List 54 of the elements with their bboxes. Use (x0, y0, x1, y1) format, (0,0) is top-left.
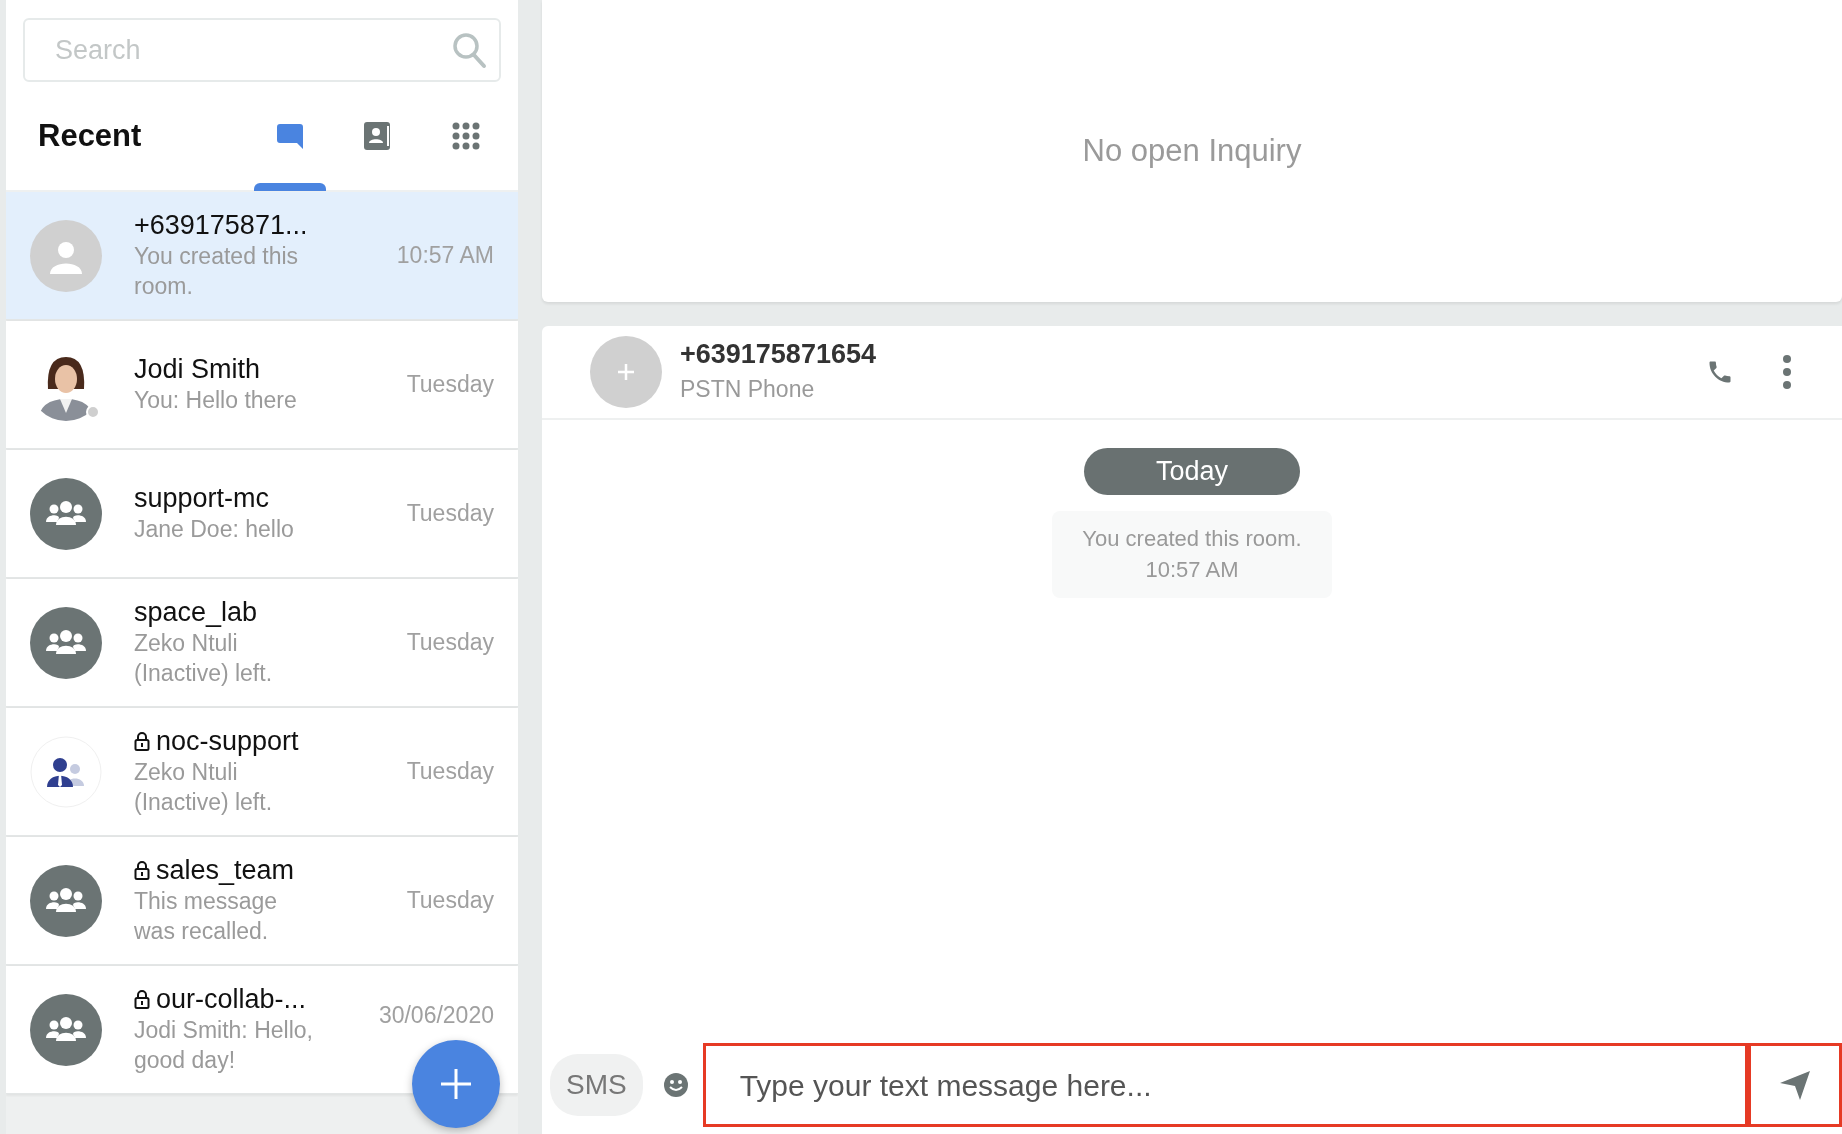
last-message: Zeko Ntuli (Inactive) left. (134, 757, 274, 817)
last-message: This message was recalled. (134, 886, 279, 946)
chat-icon (276, 122, 304, 150)
conversation-item[interactable]: space_lab Zeko Ntuli (Inactive) left. Tuesday (6, 579, 518, 707)
group-icon (30, 864, 102, 937)
conversation-time: 10:57 AM (396, 241, 494, 271)
contact-name: +639175871654 (680, 337, 877, 371)
conversation-name: Jodi Smith (134, 354, 261, 385)
conversation-name: support-mc (134, 483, 270, 514)
conversation-time: Tuesday (406, 370, 494, 400)
group-icon (30, 606, 102, 679)
conversation-time: 30/06/2020 (378, 1001, 494, 1030)
conversation-item[interactable]: Jodi Smith You: Hello there Tuesday (6, 321, 518, 449)
user-avatar-icon (30, 219, 102, 292)
search-field[interactable]: Search (23, 18, 501, 82)
date-divider: Today (1084, 448, 1300, 495)
emoji-icon[interactable] (662, 1072, 689, 1098)
channel-button[interactable]: SMS (550, 1054, 643, 1116)
empty-message: No open Inquiry (1082, 131, 1302, 170)
search-icon (451, 31, 487, 69)
conversation-item[interactable]: sales_team This message was recalled. Tuesday (6, 837, 518, 965)
section-title: Recent (38, 116, 143, 155)
message-time: 10:57 AM (1144, 556, 1240, 585)
conversation-time: Tuesday (406, 757, 494, 787)
conversation-name: our-collab-... (156, 984, 307, 1015)
apps-grid-icon (452, 122, 480, 150)
plus-icon (439, 1067, 473, 1101)
send-icon (1778, 1069, 1812, 1101)
contact-book-icon (363, 121, 393, 151)
group-icon (30, 477, 102, 550)
contact-type: PSTN Phone (680, 374, 816, 404)
conversation-item[interactable]: noc-support Zeko Ntuli (Inactive) left. Tuesday (6, 708, 518, 836)
last-message: Zeko Ntuli (Inactive) left. (134, 628, 274, 688)
last-message: You created this room. (134, 241, 300, 301)
conversation-name: +639175871... (134, 210, 308, 241)
conversation-time: Tuesday (406, 628, 494, 658)
more-options-icon[interactable] (1782, 354, 1792, 390)
active-tab-indicator (254, 183, 326, 191)
conversation-name: noc-support (156, 726, 299, 757)
conversation-item[interactable]: support-mc Jane Doe: hello Tuesday (6, 450, 518, 578)
last-message: You: Hello there (134, 385, 298, 415)
message-text: You created this room. (1082, 524, 1302, 553)
message-field[interactable]: Type your text message here... (702, 1043, 1748, 1127)
conversation-item[interactable]: +639175871... You created this room. 10:57 AM (6, 192, 518, 320)
send-button[interactable] (1748, 1043, 1842, 1127)
conversation-name: space_lab (134, 597, 258, 628)
conversation-time: Tuesday (406, 499, 494, 529)
conversation-time: Tuesday (406, 886, 494, 916)
conversation-name: sales_team (156, 855, 295, 886)
team-icon (30, 735, 102, 808)
conversation-item[interactable]: our-collab-... Jodi Smith: Hello, good day! 30/06/2020 (6, 966, 518, 1094)
last-message: Jane Doe: hello (134, 514, 295, 544)
last-message: Jodi Smith: Hello, good day! (134, 1015, 314, 1075)
group-icon (30, 993, 102, 1066)
